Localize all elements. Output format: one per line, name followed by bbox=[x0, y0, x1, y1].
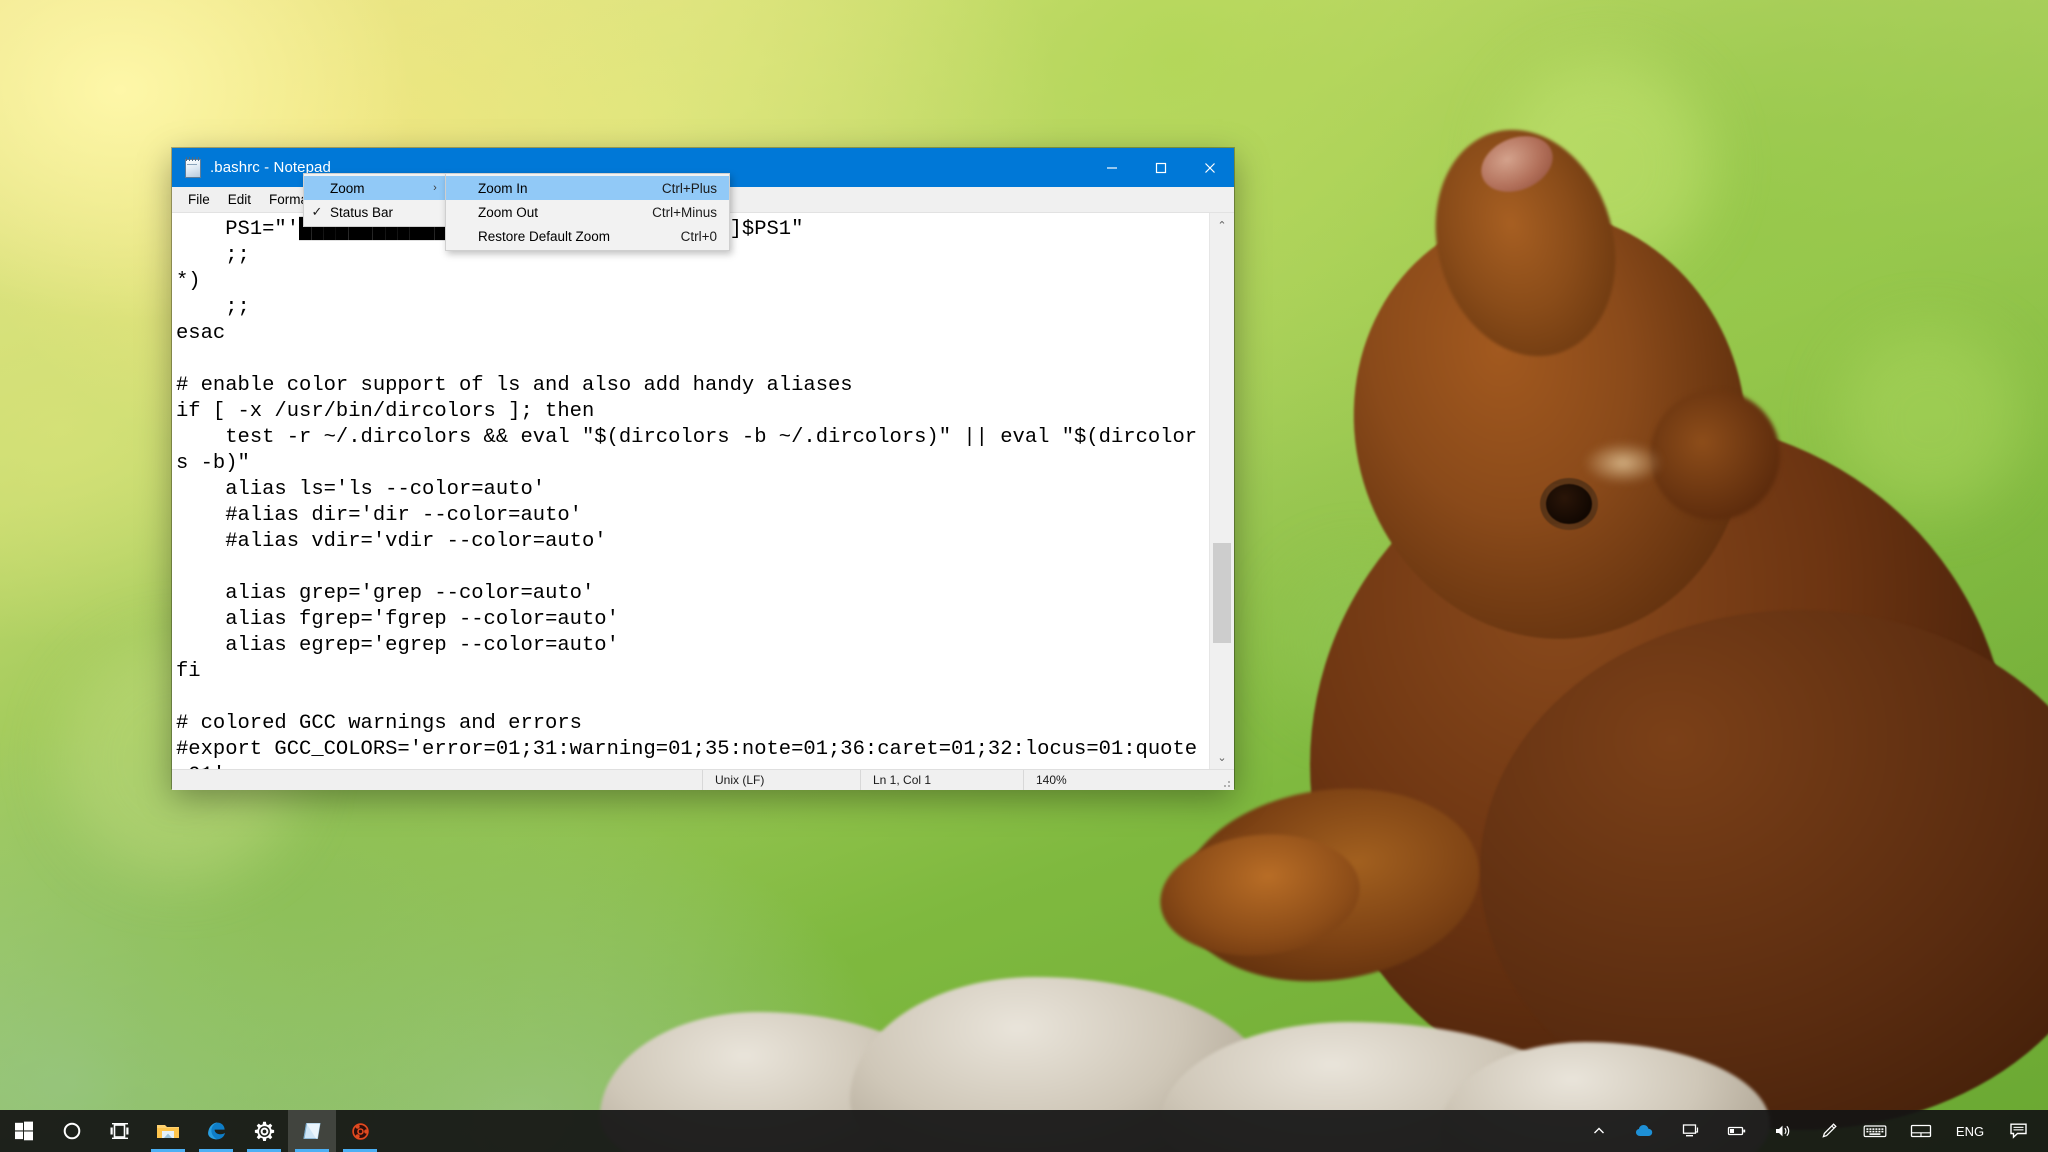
menu-item-zoom-out[interactable]: Zoom Out Ctrl+Minus bbox=[446, 200, 729, 224]
notepad-icon bbox=[183, 157, 201, 178]
menu-item-zoom-out-label: Zoom Out bbox=[478, 204, 539, 220]
touch-keyboard-button[interactable] bbox=[1852, 1110, 1898, 1152]
menu-edit[interactable]: Edit bbox=[219, 187, 260, 212]
status-line-ending: Unix (LF) bbox=[702, 770, 860, 790]
menu-item-zoom-label: Zoom bbox=[330, 180, 365, 196]
volume-button[interactable] bbox=[1760, 1110, 1806, 1152]
chevron-right-icon: › bbox=[433, 182, 437, 194]
bear-brow-spot bbox=[1584, 442, 1662, 484]
touchpad-button[interactable] bbox=[1898, 1110, 1944, 1152]
settings-button[interactable] bbox=[240, 1110, 288, 1152]
pen-button[interactable] bbox=[1806, 1110, 1852, 1152]
text-editor-area[interactable]: PS1="'████████████████hroot)}\u@\h: \w\a… bbox=[172, 213, 1234, 769]
battery-button[interactable] bbox=[1714, 1110, 1760, 1152]
touchpad-icon bbox=[1910, 1124, 1932, 1138]
status-bar: Unix (LF) Ln 1, Col 1 140% bbox=[172, 769, 1234, 790]
menu-item-zoom-in-accel: Ctrl+Plus bbox=[661, 180, 717, 196]
notepad-taskbar-icon bbox=[303, 1123, 321, 1139]
bear-ear bbox=[1650, 390, 1780, 520]
edge-icon bbox=[208, 1122, 225, 1140]
cortana-button[interactable] bbox=[48, 1110, 96, 1152]
pen-icon bbox=[1822, 1123, 1837, 1138]
system-tray[interactable]: ENG bbox=[1576, 1110, 2048, 1152]
view-dropdown-menu[interactable]: Zoom › ✓ Status Bar bbox=[303, 173, 447, 227]
network-button[interactable] bbox=[1668, 1110, 1714, 1152]
keyboard-icon bbox=[1863, 1125, 1887, 1138]
onedrive-button[interactable] bbox=[1622, 1110, 1668, 1152]
desktop[interactable]: .bashrc - Notepad File Edit Format View … bbox=[0, 0, 2048, 1152]
menu-item-zoom-out-accel: Ctrl+Minus bbox=[652, 204, 717, 220]
menu-item-restore-default-zoom-accel: Ctrl+0 bbox=[680, 228, 717, 244]
menu-item-restore-default-zoom[interactable]: Restore Default Zoom Ctrl+0 bbox=[446, 224, 729, 248]
task-view-icon bbox=[110, 1123, 129, 1139]
gear-icon bbox=[254, 1121, 274, 1141]
battery-icon bbox=[1727, 1126, 1746, 1136]
menu-item-zoom-in[interactable]: Zoom In Ctrl+Plus bbox=[446, 176, 729, 200]
check-icon: ✓ bbox=[311, 204, 323, 219]
status-cursor-position: Ln 1, Col 1 bbox=[860, 770, 1023, 790]
scroll-up-icon[interactable]: ⌃ bbox=[1210, 213, 1234, 237]
onedrive-cloud-icon bbox=[1636, 1125, 1653, 1136]
menu-item-status-bar-label: Status Bar bbox=[330, 204, 394, 220]
menu-file[interactable]: File bbox=[179, 187, 219, 212]
scroll-down-icon[interactable]: ⌄ bbox=[1210, 745, 1234, 769]
menu-item-restore-default-zoom-label: Restore Default Zoom bbox=[478, 228, 611, 244]
action-center-button[interactable] bbox=[1996, 1110, 2042, 1152]
action-center-icon bbox=[2010, 1123, 2027, 1139]
taskbar[interactable]: ENG bbox=[0, 1110, 2048, 1152]
task-view-button[interactable] bbox=[96, 1110, 144, 1152]
file-explorer-button[interactable] bbox=[144, 1110, 192, 1152]
minimize-button[interactable] bbox=[1087, 148, 1136, 187]
windows-logo-icon bbox=[15, 1121, 33, 1141]
network-icon bbox=[1682, 1124, 1699, 1137]
menu-item-zoom[interactable]: Zoom › bbox=[304, 176, 446, 200]
cortana-circle-icon bbox=[63, 1122, 81, 1140]
notepad-window[interactable]: .bashrc - Notepad File Edit Format View … bbox=[172, 148, 1234, 790]
editor-content[interactable]: PS1="'████████████████hroot)}\u@\h: \w\a… bbox=[176, 217, 1206, 769]
edge-button[interactable] bbox=[192, 1110, 240, 1152]
notepad-button[interactable] bbox=[288, 1110, 336, 1152]
resize-grip[interactable] bbox=[1220, 777, 1232, 789]
window-controls[interactable] bbox=[1087, 148, 1234, 187]
volume-icon bbox=[1776, 1125, 1790, 1137]
ubuntu-icon bbox=[351, 1122, 369, 1140]
ubuntu-button[interactable] bbox=[336, 1110, 384, 1152]
vertical-scrollbar[interactable]: ⌃ ⌄ bbox=[1209, 213, 1234, 769]
start-button[interactable] bbox=[0, 1110, 48, 1152]
zoom-submenu[interactable]: Zoom In Ctrl+Plus Zoom Out Ctrl+Minus Re… bbox=[445, 173, 730, 251]
bear-eye bbox=[1540, 478, 1598, 530]
menu-item-status-bar[interactable]: ✓ Status Bar bbox=[304, 200, 446, 224]
status-zoom-level: 140% bbox=[1023, 770, 1156, 790]
close-button[interactable] bbox=[1185, 148, 1234, 187]
language-indicator[interactable]: ENG bbox=[1944, 1110, 1996, 1152]
status-spacer bbox=[172, 770, 702, 790]
chevron-up-icon bbox=[1594, 1127, 1604, 1134]
folder-icon bbox=[157, 1125, 179, 1138]
scrollbar-thumb[interactable] bbox=[1213, 543, 1231, 643]
show-hidden-icons-button[interactable] bbox=[1576, 1110, 1622, 1152]
menu-item-zoom-in-label: Zoom In bbox=[478, 180, 528, 196]
taskbar-buttons[interactable] bbox=[0, 1110, 384, 1152]
maximize-button[interactable] bbox=[1136, 148, 1185, 187]
